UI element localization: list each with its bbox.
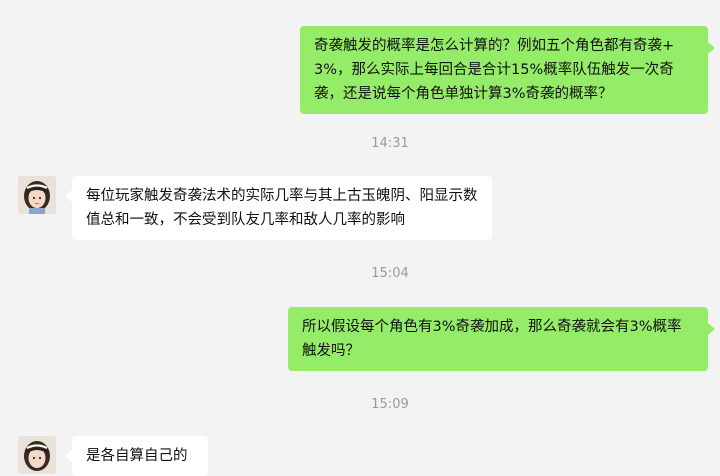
incoming-message-bubble[interactable]: 每位玩家触发奇袭法术的实际几率与其上古玉魄阴、阳显示数值总和一致，不会受到队友几… (65, 176, 492, 240)
timestamp: 14:31 (371, 136, 409, 151)
incoming-message-bubble[interactable]: 是各自算自己的 (65, 436, 208, 476)
contact-avatar[interactable] (18, 176, 56, 214)
outgoing-message-bubble[interactable]: 所以假设每个角色有3%奇袭加成，那么奇袭就会有3%概率触发吗？ (288, 307, 715, 371)
chat-window: 奇袭触发的概率是怎么计算的？例如五个角色都有奇袭+3%，那么实际上每回合是合计1… (0, 0, 720, 476)
outgoing-message-bubble[interactable]: 奇袭触发的概率是怎么计算的？例如五个角色都有奇袭+3%，那么实际上每回合是合计1… (300, 26, 715, 114)
contact-avatar[interactable] (18, 436, 56, 474)
timestamp: 15:09 (371, 397, 409, 412)
girl-avatar-icon (18, 436, 56, 474)
girl-avatar-icon (18, 176, 56, 214)
timestamp: 15:04 (371, 266, 409, 281)
